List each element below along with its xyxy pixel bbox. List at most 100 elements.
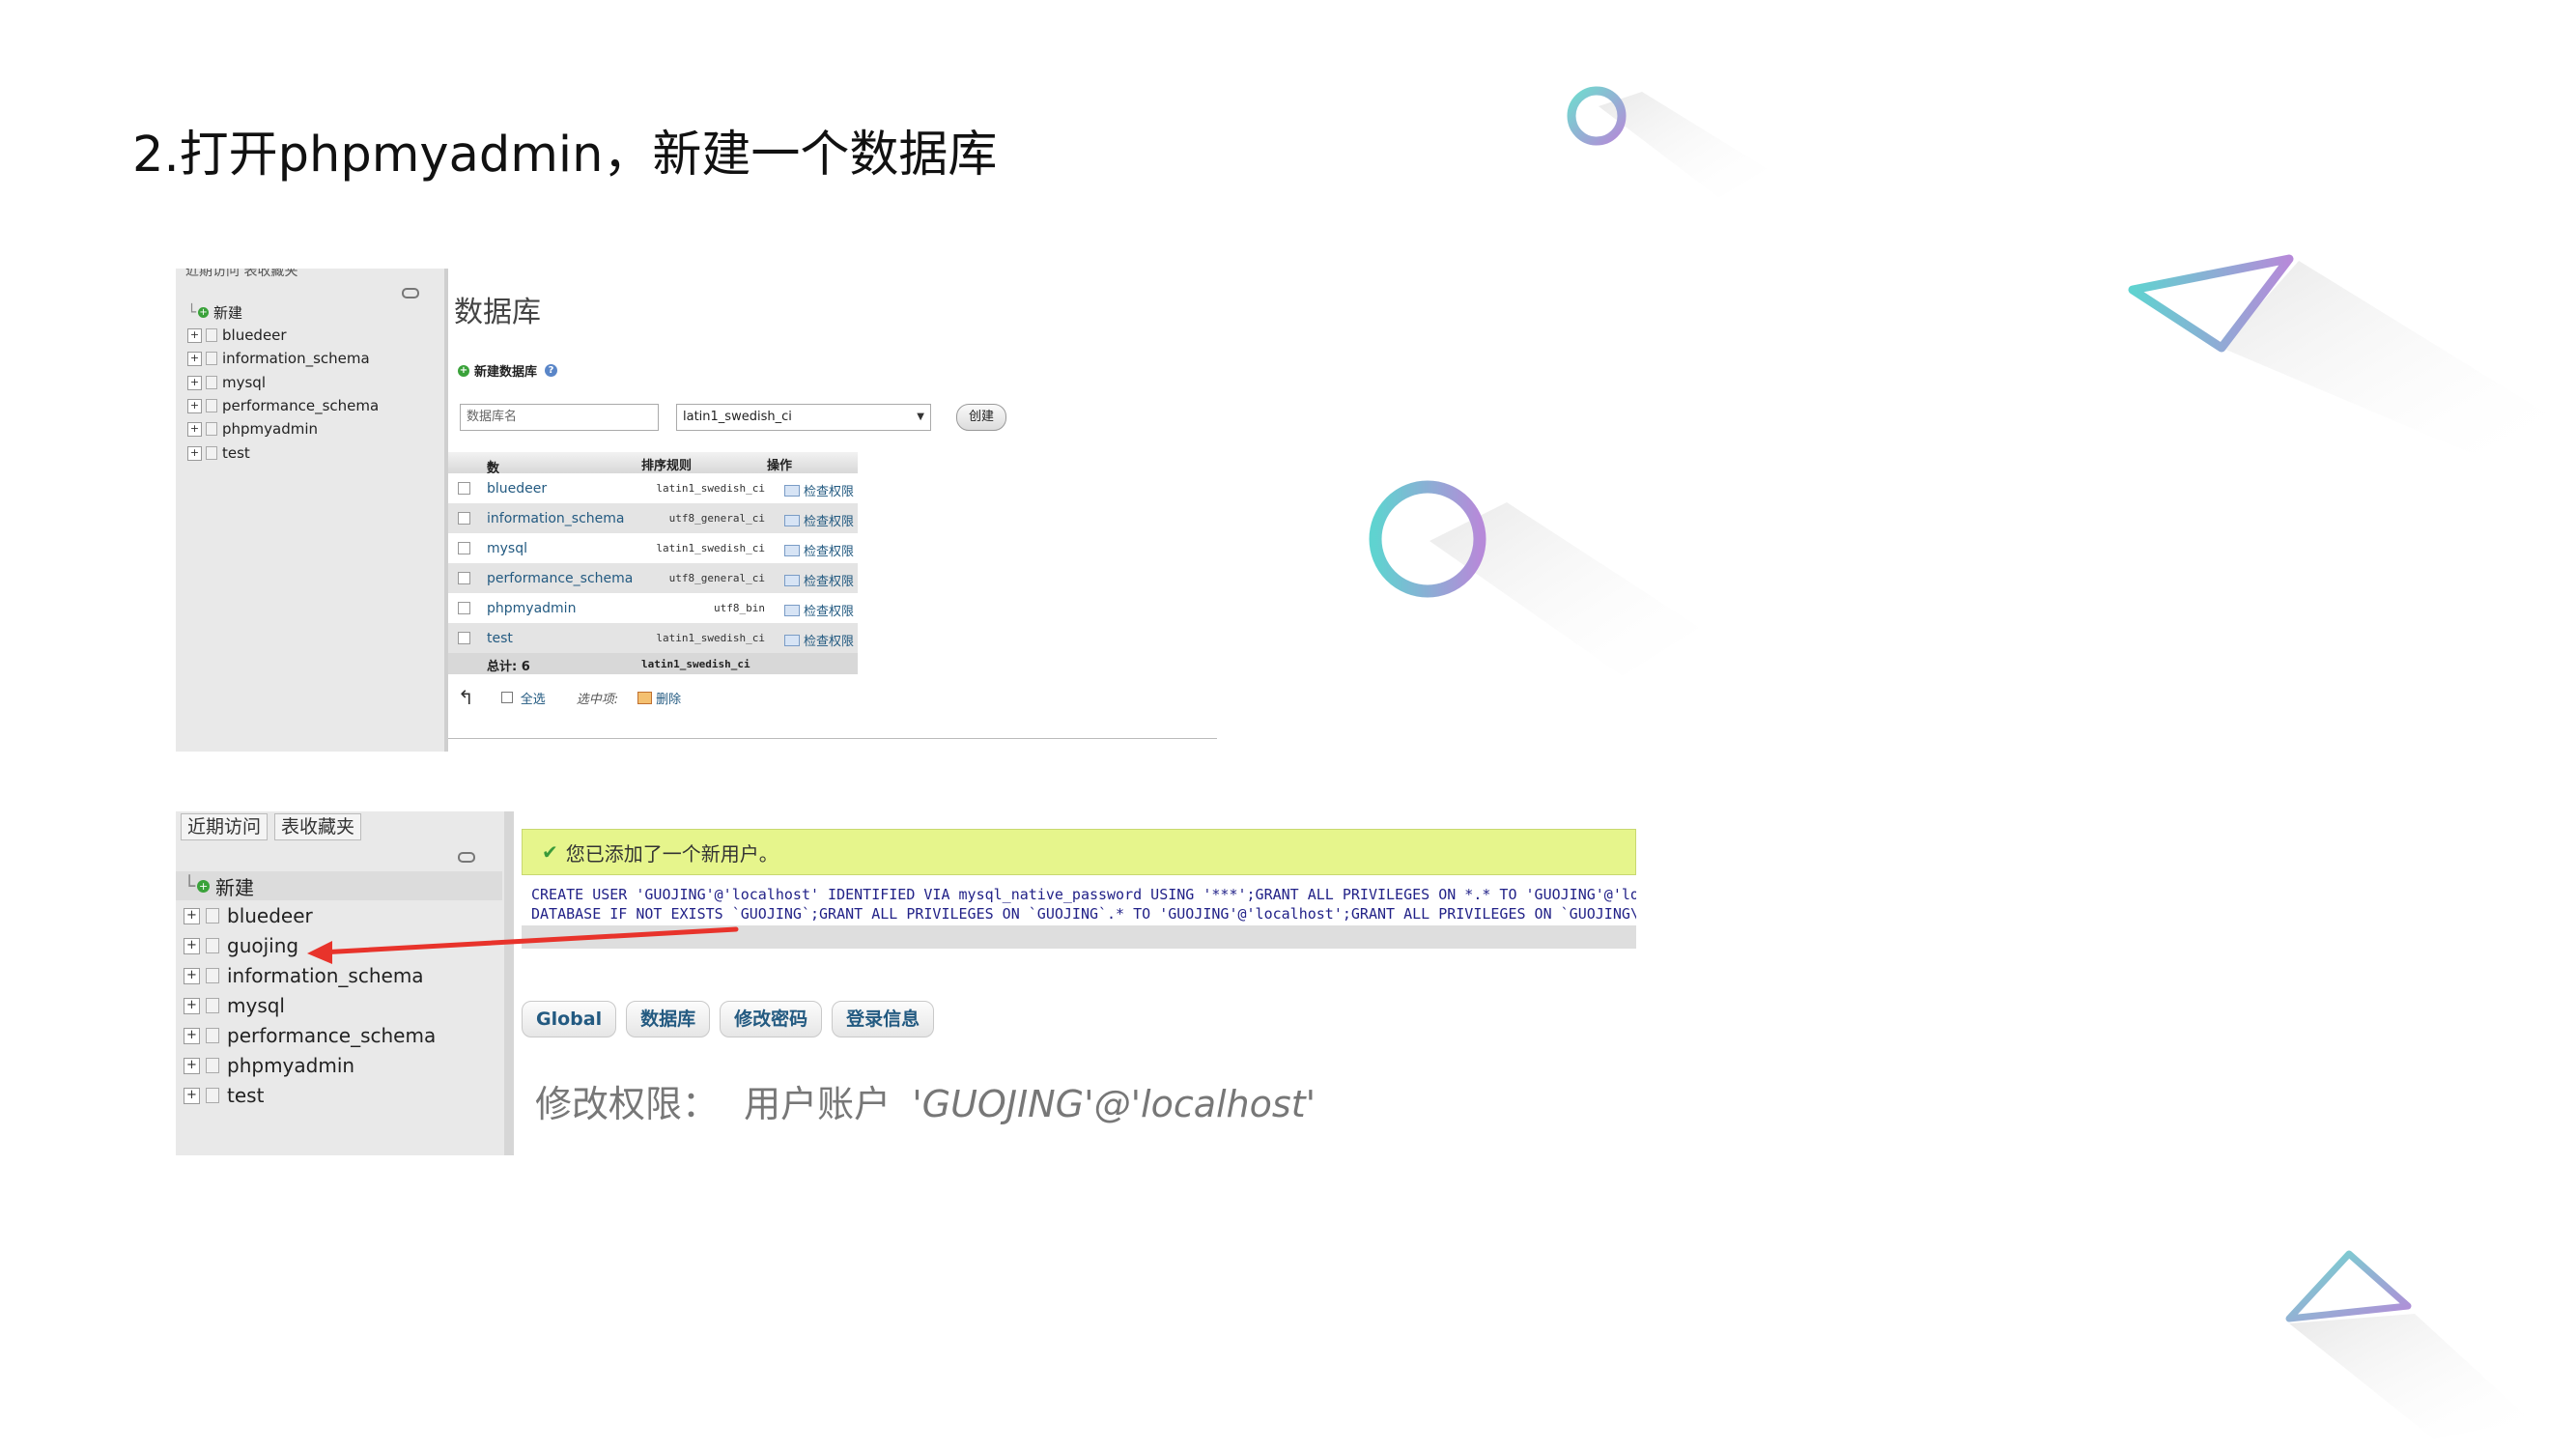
check-privileges-link[interactable]: 检查权限 <box>783 571 854 589</box>
expand-icon[interactable]: + <box>187 398 202 413</box>
tree-item-label: mysql <box>222 374 266 391</box>
add-icon: + <box>198 306 210 318</box>
database-link[interactable]: information_schema <box>487 511 625 526</box>
tree-item-label: bluedeer <box>222 327 287 344</box>
table-row: performance_schema utf8_general_ci 检查权限 <box>448 563 858 593</box>
triangle-bottom <box>2285 1250 2412 1322</box>
triangle-bottom-shadow <box>2289 1314 2531 1439</box>
database-icon <box>206 376 217 389</box>
check-privileges-link[interactable]: 检查权限 <box>783 481 854 499</box>
expand-icon[interactable]: + <box>187 327 202 343</box>
collation-value: utf8_bin <box>714 602 765 614</box>
database-icon <box>206 446 217 460</box>
table-row: mysql latin1_swedish_ci 检查权限 <box>448 533 858 563</box>
collation-select[interactable]: latin1_swedish_ci ▼ <box>676 404 931 431</box>
nav-tabs-cut: 近期访问 表收藏夹 <box>185 269 298 279</box>
column-header-action: 操作 <box>767 459 793 473</box>
database-icon <box>206 422 217 436</box>
check-privileges-link[interactable]: 检查权限 <box>783 601 854 619</box>
tree-item-bluedeer[interactable]: + bluedeer <box>187 325 287 346</box>
help-icon[interactable]: ? <box>545 364 558 377</box>
row-checkbox[interactable] <box>458 482 470 495</box>
tree-item-label: performance_schema <box>222 397 380 414</box>
page-heading: 数据库 <box>454 296 541 329</box>
database-icon <box>206 399 217 412</box>
expand-icon[interactable]: + <box>187 351 202 366</box>
database-name-input[interactable]: 数据库名 <box>460 404 659 431</box>
database-link[interactable]: mysql <box>487 541 527 556</box>
ring-large-shadow <box>1430 502 1700 676</box>
database-link[interactable]: performance_schema <box>487 571 633 586</box>
expand-icon[interactable]: + <box>187 375 202 390</box>
database-link[interactable]: phpmyadmin <box>487 601 576 616</box>
row-checkbox[interactable] <box>458 602 470 614</box>
tree-item-performance-schema[interactable]: + performance_schema <box>187 395 379 416</box>
main-panel: 数据库 + 新建数据库 ? 数据库名 latin1_swedish_ci ▼ 创… <box>448 269 1217 752</box>
privileges-icon <box>783 634 800 646</box>
delete-icon <box>637 691 653 704</box>
with-selected-label: 选中项: <box>576 692 619 707</box>
select-all-link[interactable]: 全选 <box>521 689 546 707</box>
check-privileges-link[interactable]: 检查权限 <box>783 541 854 559</box>
row-checkbox[interactable] <box>458 542 470 554</box>
row-checkbox[interactable] <box>458 572 470 584</box>
collation-select-value: latin1_swedish_ci <box>683 410 792 424</box>
add-icon: + <box>458 364 469 377</box>
screenshot-create-database: 近期访问 表收藏夹 └ + 新建 + bluedeer + information_sc… <box>176 269 1217 752</box>
table-row: phpmyadmin utf8_bin 检查权限 <box>448 593 858 623</box>
column-header-database[interactable]: 数据库 ▲ <box>487 455 499 513</box>
total-collation: latin1_swedish_ci <box>641 658 750 670</box>
screenshot-user-added: 近期访问 表收藏夹 └ + 新建 + bluedeer + guojing + infor… <box>176 811 1636 1155</box>
collation-value: latin1_swedish_ci <box>656 542 765 554</box>
privileges-icon <box>783 544 800 556</box>
collation-value: latin1_swedish_ci <box>656 482 765 495</box>
divider <box>448 738 1217 739</box>
ring-small-shadow <box>1599 92 1768 198</box>
check-privileges-link[interactable]: 检查权限 <box>783 631 854 649</box>
collation-value: latin1_swedish_ci <box>656 632 765 644</box>
check-privileges-link[interactable]: 检查权限 <box>783 511 854 529</box>
row-checkbox[interactable] <box>458 512 470 525</box>
table-total-row: 总计: 6 latin1_swedish_ci <box>448 653 858 674</box>
ring-large <box>1369 480 1486 598</box>
database-table: 数据库 ▲ 排序规则 操作 bluedeer latin1_swedish_ci… <box>448 452 858 674</box>
column-header-collation[interactable]: 排序规则 <box>641 455 692 473</box>
select-all-checkbox[interactable] <box>500 692 513 703</box>
collation-value: utf8_general_ci <box>668 512 765 525</box>
tree-item-new[interactable]: └ + 新建 <box>187 301 242 323</box>
annotation-arrow <box>307 926 739 964</box>
privileges-icon <box>783 514 800 526</box>
tree-item-phpmyadmin[interactable]: + phpmyadmin <box>187 418 318 440</box>
tree-item-information-schema[interactable]: + information_schema <box>187 348 370 369</box>
tree-item-mysql[interactable]: + mysql <box>187 372 266 393</box>
privileges-icon <box>783 604 800 616</box>
tree-item-label: phpmyadmin <box>222 420 319 438</box>
table-row: bluedeer latin1_swedish_ci 检查权限 <box>448 473 858 503</box>
arrow-head <box>307 941 332 964</box>
row-checkbox[interactable] <box>458 632 470 644</box>
database-link[interactable]: test <box>487 631 513 646</box>
navigation-panel: 近期访问 表收藏夹 └ + 新建 + bluedeer + information_sc… <box>176 269 448 752</box>
privileges-icon <box>783 574 800 586</box>
privileges-icon <box>783 484 800 497</box>
triangle-top <box>2128 254 2294 353</box>
create-button[interactable]: 创建 <box>956 404 1006 431</box>
slide-title: 2.打开phpmyadmin，新建一个数据库 <box>132 127 998 184</box>
database-icon <box>206 328 217 342</box>
table-header: 数据库 ▲ 排序规则 操作 <box>448 452 858 513</box>
delete-link[interactable]: 删除 <box>656 689 681 707</box>
link-icon[interactable] <box>402 288 419 298</box>
expand-icon[interactable]: + <box>187 421 202 437</box>
chevron-down-icon: ▼ <box>917 412 924 422</box>
tree-item-label: 新建 <box>213 303 243 322</box>
new-database-label: + 新建数据库 ? <box>458 361 558 380</box>
triangle-top-shadow <box>2222 261 2550 454</box>
collation-value: utf8_general_ci <box>668 572 765 584</box>
tree-item-test[interactable]: + test <box>187 442 250 464</box>
database-link[interactable]: bluedeer <box>487 481 547 497</box>
ring-small <box>1567 86 1627 146</box>
tree-item-label: test <box>222 444 250 462</box>
arrow-up-icon: ↰ <box>458 686 474 709</box>
table-row: information_schema utf8_general_ci 检查权限 <box>448 503 858 533</box>
expand-icon[interactable]: + <box>187 445 202 461</box>
